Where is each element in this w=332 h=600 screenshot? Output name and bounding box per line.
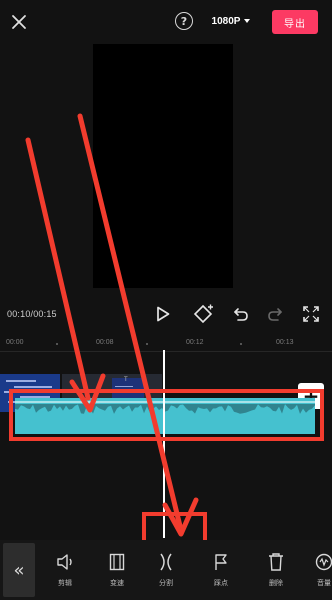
tool-speed[interactable]: 变速: [97, 552, 137, 592]
volume-icon: [314, 552, 332, 572]
audio-waveform: [15, 401, 315, 414]
keyframe-button[interactable]: [193, 303, 215, 325]
thumbnail-text-line: [4, 391, 30, 393]
audio-track[interactable]: [15, 398, 315, 434]
playhead[interactable]: [163, 350, 165, 538]
bottom-toolbar: « 剪辑 变速 分割 踩点 删除 音量: [0, 540, 332, 600]
undo-icon: [234, 308, 248, 321]
thumbnail-text-line: [6, 380, 36, 382]
undo-button[interactable]: [230, 303, 252, 325]
ruler-tick: [56, 343, 58, 345]
annotation-arrowhead: [162, 497, 199, 537]
ruler-divider: [0, 351, 332, 352]
back-button[interactable]: «: [3, 543, 35, 597]
close-icon: [12, 15, 26, 29]
flag-icon: [211, 552, 231, 572]
tool-split[interactable]: 分割: [146, 552, 186, 592]
export-button[interactable]: 导出: [272, 10, 318, 34]
resolution-label: 1080P: [211, 15, 241, 27]
speed-icon: [107, 552, 127, 572]
tool-beat[interactable]: 踩点: [201, 552, 241, 592]
play-button[interactable]: [152, 303, 174, 325]
tool-volume[interactable]: 音量: [309, 552, 332, 592]
tool-trim[interactable]: 剪辑: [45, 552, 85, 592]
ruler-tick: [240, 343, 242, 345]
thumbnail-text-line: [115, 386, 133, 388]
top-bar: ? 1080P 导出: [0, 0, 332, 44]
clip-text-marker: T: [124, 377, 128, 383]
fullscreen-icon: [303, 306, 319, 322]
redo-icon: [268, 308, 282, 321]
help-button[interactable]: ?: [175, 12, 193, 30]
tool-label: 分割: [159, 579, 173, 587]
timeline-ruler[interactable]: 00:00 00:08 00:12 00:13: [0, 334, 332, 352]
ruler-label: 00:12: [186, 339, 204, 346]
tool-label: 删除: [269, 579, 283, 587]
close-button[interactable]: [6, 9, 32, 35]
tool-label: 剪辑: [58, 579, 72, 587]
help-icon: ?: [180, 14, 188, 28]
keyframe-icon: [193, 304, 213, 324]
ruler-label: 00:13: [276, 339, 294, 346]
double-chevron-left-icon: «: [13, 559, 25, 581]
play-icon: [157, 306, 170, 322]
split-icon: [156, 552, 176, 572]
tool-label: 变速: [110, 579, 124, 587]
tool-delete[interactable]: 删除: [256, 552, 296, 592]
export-label: 导出: [284, 18, 306, 30]
tool-label: 踩点: [214, 579, 228, 587]
ruler-tick: [146, 343, 148, 345]
thumbnail-text-line: [14, 386, 52, 388]
annotation-arrow: [25, 137, 91, 401]
trim-icon: [55, 552, 75, 572]
playback-time: 00:10/00:15: [7, 309, 57, 319]
tool-label: 音量: [317, 579, 331, 587]
trash-icon: [266, 552, 286, 572]
ruler-label: 00:08: [96, 339, 114, 346]
thumbnail-text-line: [118, 392, 140, 394]
video-preview[interactable]: [93, 44, 233, 288]
resolution-dropdown[interactable]: 1080P: [204, 10, 258, 32]
redo-button[interactable]: [264, 303, 286, 325]
fullscreen-button[interactable]: [300, 303, 322, 325]
ruler-label: 00:00: [6, 339, 24, 346]
caret-down-icon: [244, 19, 251, 23]
